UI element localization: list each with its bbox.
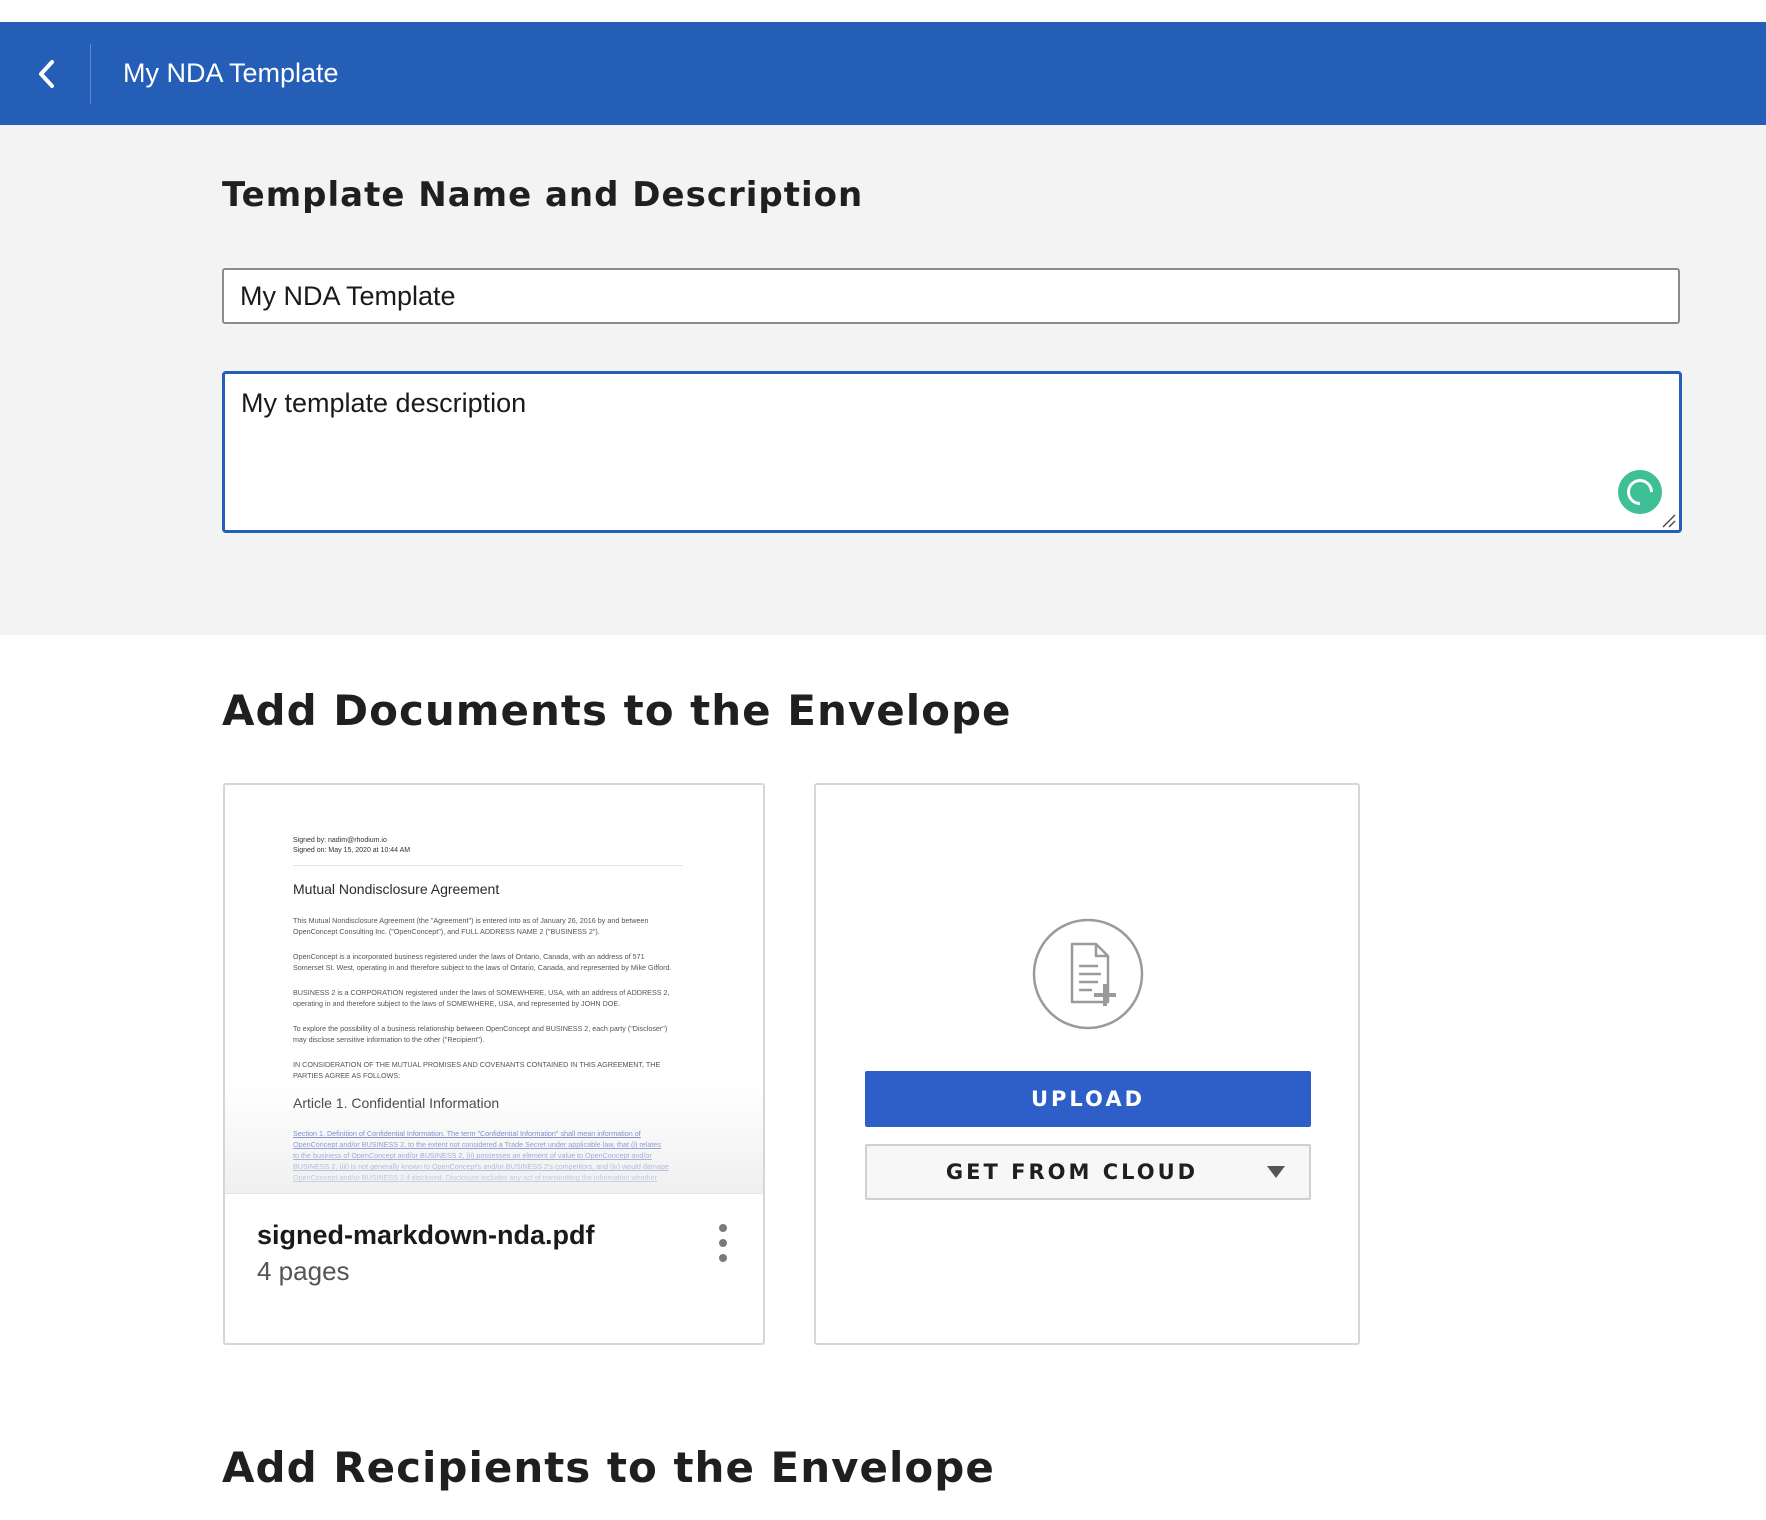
back-button[interactable]: [0, 22, 92, 125]
preview-divider: [293, 865, 683, 866]
upload-card: UPLOAD GET FROM CLOUD: [814, 783, 1360, 1345]
preview-line: Section 1. Definition of Confidential In…: [293, 1129, 641, 1138]
preview-line: OpenConcept and/or BUSINESS 2 if disclos…: [293, 1173, 657, 1182]
caret-down-icon: [1267, 1166, 1285, 1178]
preview-line: IN CONSIDERATION OF THE MUTUAL PROMISES …: [293, 1060, 661, 1069]
header-title: My NDA Template: [123, 58, 339, 88]
more-options-icon[interactable]: [715, 1224, 731, 1262]
document-footer: signed-markdown-nda.pdf 4 pages: [225, 1193, 763, 1343]
get-from-cloud-label: GET FROM CLOUD: [945, 1160, 1199, 1184]
top-strip: [0, 0, 1766, 22]
preview-line: BUSINESS 2 is a CORPORATION registered u…: [293, 988, 670, 997]
resize-handle-icon[interactable]: [1660, 512, 1676, 528]
preview-line: PARTIES AGREE AS FOLLOWS:: [293, 1071, 401, 1080]
template-name-section: Template Name and Description My templat…: [0, 125, 1766, 635]
upload-button[interactable]: UPLOAD: [865, 1071, 1311, 1127]
document-file-name: signed-markdown-nda.pdf: [257, 1220, 595, 1250]
app-header: My NDA Template: [0, 22, 1766, 125]
file-add-icon: [1032, 918, 1144, 1030]
document-card[interactable]: Signed by: nadim@rhodium.io Signed on: M…: [223, 783, 765, 1345]
header-divider: [90, 44, 91, 104]
preview-line: may disclose sensitive information to th…: [293, 1035, 485, 1044]
preview-line: OpenConcept and/or BUSINESS 2, to the ex…: [293, 1140, 661, 1149]
chevron-left-icon: [39, 59, 54, 88]
preview-title: Mutual Nondisclosure Agreement: [293, 881, 500, 897]
preview-signed-on: Signed on: May 15, 2020 at 10:44 AM: [293, 847, 411, 854]
preview-line: OpenConcept is a incorporated business r…: [293, 952, 645, 961]
preview-line: To explore the possibility of a business…: [293, 1024, 668, 1033]
preview-line: BUSINESS 2, (iii) is not generally known…: [293, 1162, 669, 1171]
get-from-cloud-dropdown[interactable]: GET FROM CLOUD: [865, 1144, 1311, 1200]
preview-article-title: Article 1. Confidential Information: [293, 1095, 500, 1111]
preview-line: Somerset St. West, operating in and ther…: [293, 963, 672, 972]
grammarly-icon[interactable]: [1618, 470, 1662, 514]
recipients-section-heading: Add Recipients to the Envelope: [222, 1443, 995, 1492]
preview-line: to the business of OpenConcept and/or BU…: [293, 1151, 652, 1160]
document-page-count: 4 pages: [257, 1256, 350, 1286]
template-name-input[interactable]: [222, 268, 1680, 324]
template-section-heading: Template Name and Description: [222, 175, 864, 215]
preview-line: operating in and therefore subject to th…: [293, 999, 621, 1008]
preview-signed-by: Signed by: nadim@rhodium.io: [293, 837, 387, 844]
document-preview[interactable]: Signed by: nadim@rhodium.io Signed on: M…: [225, 785, 763, 1193]
preview-line: OpenConcept Consulting Inc. ("OpenConcep…: [293, 927, 600, 936]
preview-line: This Mutual Nondisclosure Agreement (the…: [293, 916, 649, 925]
template-description-input[interactable]: My template description: [222, 371, 1682, 533]
documents-section-heading: Add Documents to the Envelope: [222, 686, 1012, 735]
